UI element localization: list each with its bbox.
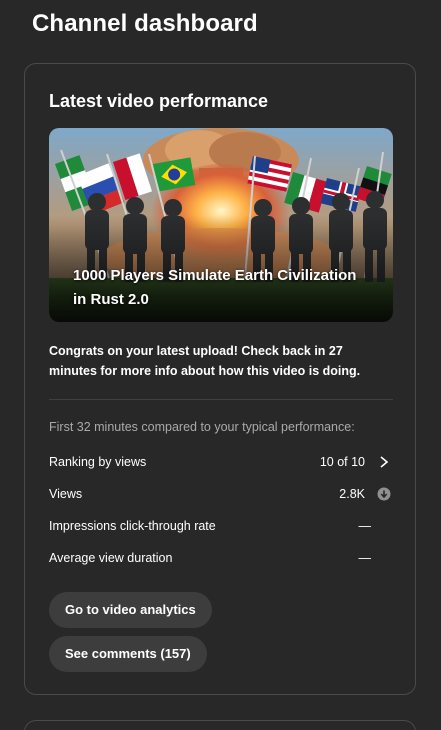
metric-label: Ranking by views	[49, 455, 147, 469]
metric-label: Views	[49, 487, 83, 501]
page-title: Channel dashboard	[32, 10, 258, 37]
metric-row-ctr: Impressions click-through rate —	[49, 516, 393, 536]
metric-row-views: Views 2.8K	[49, 484, 393, 504]
video-thumbnail[interactable]: 1000 Players Simulate Earth Civilization…	[49, 128, 393, 322]
video-title[interactable]: 1000 Players Simulate Earth Civilization…	[73, 264, 369, 312]
metric-value: —	[358, 551, 372, 565]
metric-label: Impressions click-through rate	[49, 519, 216, 533]
chevron-right-icon[interactable]	[377, 455, 391, 469]
see-comments-button[interactable]: See comments (157)	[49, 636, 207, 672]
channel-dashboard-page: Channel dashboard Latest video performan…	[0, 0, 441, 730]
latest-video-performance-card: Latest video performance 1000 Players Si…	[24, 63, 416, 695]
comparison-label: First 32 minutes compared to your typica…	[49, 420, 355, 434]
congrats-message: Congrats on your latest upload! Check ba…	[49, 344, 361, 378]
card-title: Latest video performance	[49, 91, 269, 111]
arrow-down-circle-icon	[377, 487, 391, 501]
metric-row-avg-view-duration: Average view duration —	[49, 548, 393, 568]
next-card	[24, 720, 416, 730]
metric-row-ranking[interactable]: Ranking by views 10 of 10	[49, 452, 393, 472]
metric-value: —	[358, 519, 372, 533]
divider	[49, 399, 393, 400]
metric-label: Average view duration	[49, 551, 173, 565]
metric-value: 10 of 10	[319, 455, 365, 469]
metric-value: 2.8K	[339, 487, 365, 501]
go-to-video-analytics-button[interactable]: Go to video analytics	[49, 592, 212, 628]
